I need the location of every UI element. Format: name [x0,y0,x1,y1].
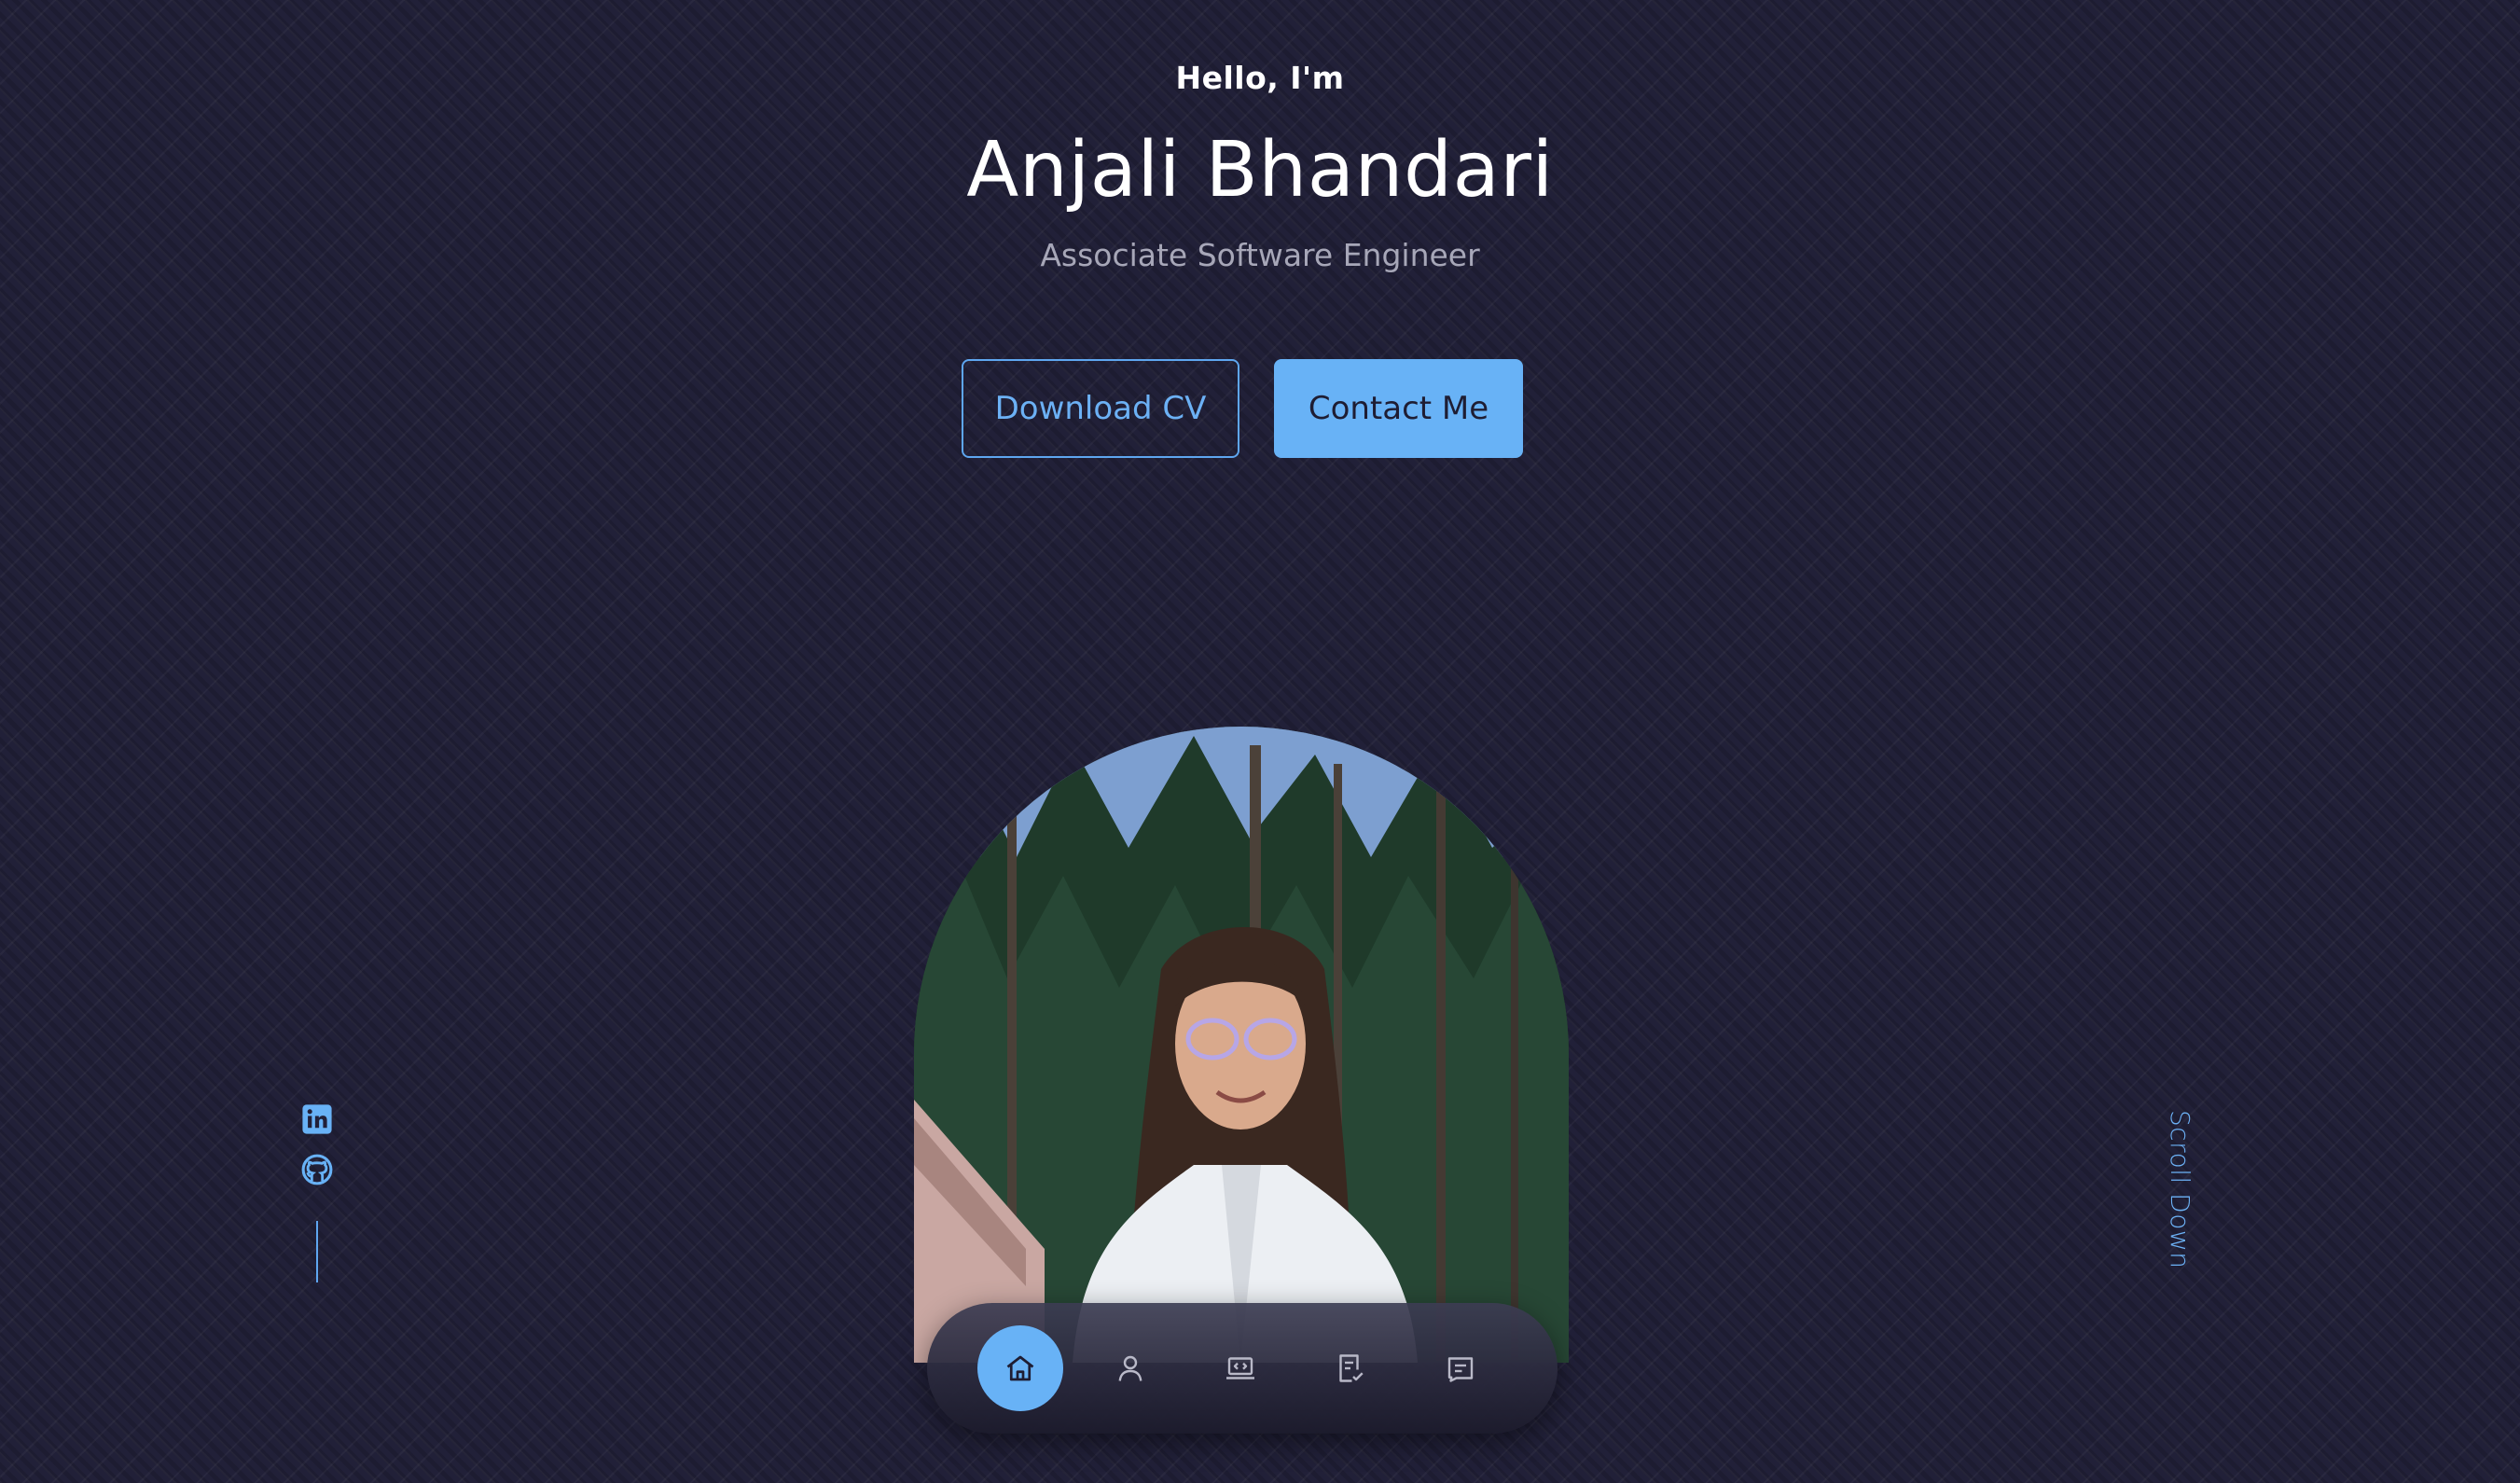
scroll-down-link[interactable]: Scroll Down [2154,1110,2195,1269]
laptop-code-icon [1226,1357,1254,1379]
nav-about[interactable] [1087,1325,1173,1411]
nav-home[interactable] [977,1325,1063,1411]
home-icon [1006,1355,1034,1381]
user-icon [1118,1355,1142,1381]
linkedin-icon[interactable] [301,1103,333,1135]
bottom-nav-bar [927,1303,1558,1434]
social-divider-line [316,1221,318,1282]
job-title: Associate Software Engineer [1040,237,1480,273]
greeting: Hello, I'm [1175,60,1345,96]
nav-experience[interactable] [1308,1325,1393,1411]
profile-photo-illustration [914,727,1569,1363]
nav-projects[interactable] [1198,1325,1283,1411]
profile-photo [914,727,1569,1363]
document-check-icon [1339,1354,1364,1382]
github-icon[interactable] [301,1154,333,1185]
message-icon [1447,1357,1474,1382]
download-cv-button[interactable]: Download CV [962,359,1239,458]
contact-me-button[interactable]: Contact Me [1274,359,1523,458]
nav-contact[interactable] [1418,1325,1503,1411]
social-links [300,1103,334,1282]
page-title: Anjali Bhandari [966,126,1554,215]
